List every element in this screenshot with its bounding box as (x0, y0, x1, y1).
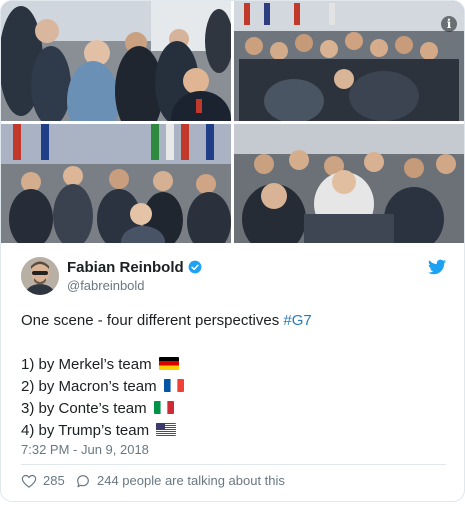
tweet-photo-1[interactable] (1, 1, 231, 121)
tweet-line-text: 1) by Merkel’s team (21, 356, 152, 373)
author-handle[interactable]: @fabreinbold (67, 278, 145, 293)
author-name[interactable]: Fabian Reinbold (67, 259, 202, 276)
tweet-line-3: 3) by Conte’s team (21, 398, 446, 420)
tweet-line-2: 2) by Macron’s team (21, 376, 446, 398)
tweet-photo-2[interactable] (234, 1, 464, 121)
hashtag-link[interactable]: #G7 (283, 312, 311, 329)
info-icon[interactable]: i (441, 16, 457, 32)
usa-flag-icon (156, 423, 177, 436)
author-name-text[interactable]: Fabian Reinbold (67, 259, 184, 276)
tweet-timestamp[interactable]: 7:32 PM - Jun 9, 2018 (21, 442, 149, 457)
speech-bubble-icon (77, 475, 89, 488)
like-count: 285 (43, 473, 65, 488)
tweet-text-intro: One scene - four different perspectives … (21, 310, 446, 332)
embedded-tweet-card[interactable]: i Fabian Reinbold @fabreinbold One scene… (0, 0, 465, 502)
tweet-text: One scene - four different perspectives … (21, 310, 446, 442)
verified-badge-icon (188, 260, 202, 274)
tweet-intro-text: One scene - four different perspectives (21, 312, 284, 329)
tweet-line-4: 4) by Trump’s team (21, 420, 446, 442)
twitter-bird-icon[interactable] (428, 259, 446, 275)
tweet-photo-3[interactable] (1, 124, 231, 243)
france-flag-icon (163, 379, 184, 392)
tweet-line-text: 2) by Macron’s team (21, 378, 157, 395)
tweet-author-header: Fabian Reinbold @fabreinbold (21, 257, 446, 297)
avatar[interactable] (21, 257, 59, 295)
germany-flag-icon (158, 357, 179, 370)
heart-icon (21, 474, 37, 488)
tweet-line-text: 4) by Trump’s team (21, 422, 150, 439)
tweet-line-1: 1) by Merkel’s team (21, 354, 446, 376)
divider (21, 464, 446, 465)
tweet-photo-4[interactable] (234, 124, 464, 243)
tweet-line-text: 3) by Conte’s team (21, 400, 147, 417)
reply-text: 244 people are talking about this (97, 473, 285, 488)
italy-flag-icon (153, 401, 174, 414)
tweet-photo-grid: i (1, 1, 464, 243)
